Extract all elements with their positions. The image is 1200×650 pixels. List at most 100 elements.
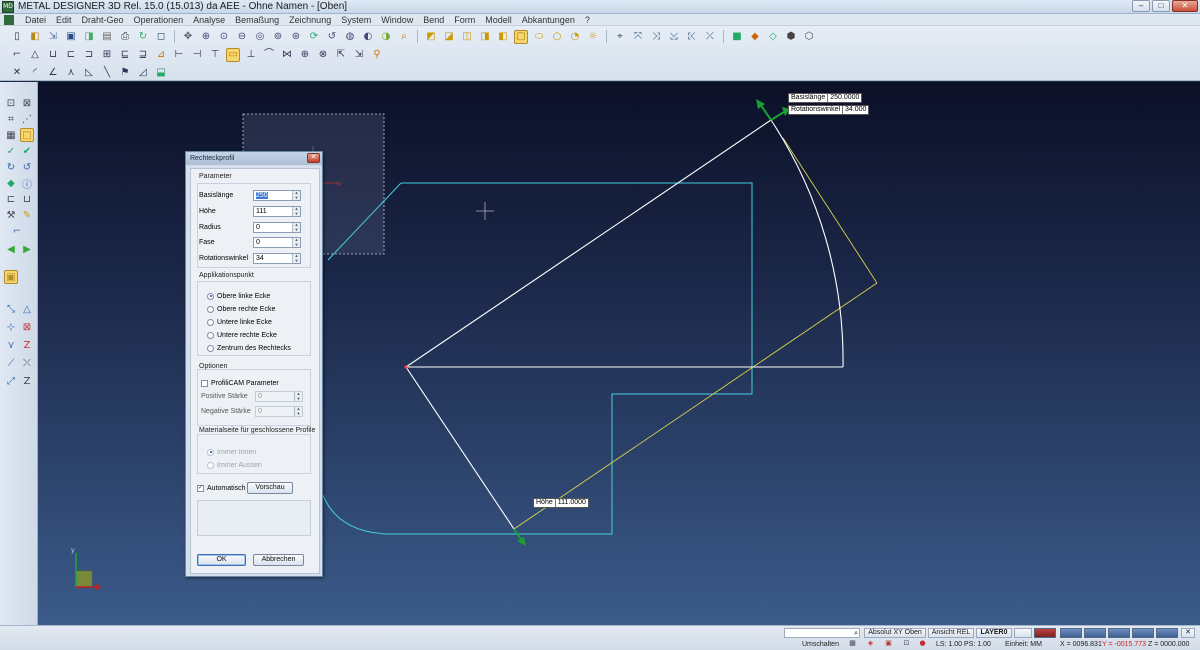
- solid-shaded-icon[interactable]: ◆: [748, 30, 762, 44]
- profile-grid-icon[interactable]: ⊞: [100, 48, 114, 62]
- rotationswinkel-input[interactable]: 34 ▲ ▼: [253, 253, 301, 264]
- positive-staerke-input[interactable]: 0 ▲ ▼: [255, 391, 303, 402]
- offset-icon[interactable]: ⊏: [64, 48, 78, 62]
- axis-y-icon[interactable]: ⤨: [649, 30, 663, 44]
- measure-icon[interactable]: ⌖: [613, 30, 627, 44]
- profile-icon[interactable]: ⊣: [190, 48, 204, 62]
- print-icon[interactable]: ⎙: [118, 30, 132, 44]
- menu-operationen[interactable]: Operationen: [129, 14, 189, 26]
- menu-datei[interactable]: Datei: [20, 14, 51, 26]
- hoehe-input[interactable]: 111 ▲ ▼: [253, 206, 301, 217]
- active-tool-icon[interactable]: □: [20, 128, 34, 142]
- stair-icon[interactable]: ⊐: [82, 48, 96, 62]
- cancel-button[interactable]: Abbrechen: [253, 554, 304, 566]
- radius-input[interactable]: 0 ▲ ▼: [253, 222, 301, 233]
- edge-select-icon[interactable]: ⋰: [20, 112, 34, 126]
- stretch-icon[interactable]: ⇱: [334, 48, 348, 62]
- extrude-icon[interactable]: ⬓: [154, 66, 168, 80]
- menu-system[interactable]: System: [336, 14, 376, 26]
- profile-hook-icon[interactable]: ⊑: [118, 48, 132, 62]
- menu-draht-geo[interactable]: Draht-Geo: [77, 14, 129, 26]
- flag-icon[interactable]: ⚑: [118, 66, 132, 80]
- color-swatch-red[interactable]: [1034, 628, 1056, 638]
- mirror-icon[interactable]: ⋈: [280, 48, 294, 62]
- negative-staerke-input[interactable]: 0 ▲ ▼: [255, 406, 303, 417]
- radio-immer-innen[interactable]: Immer Innen: [207, 447, 256, 457]
- info-icon[interactable]: ⓘ: [20, 176, 34, 191]
- radio-untere-rechte-ecke[interactable]: Untere rechte Ecke: [207, 330, 277, 340]
- check-icon[interactable]: ✓: [4, 144, 18, 158]
- document-icon[interactable]: [4, 14, 14, 25]
- spin-arrows-icon[interactable]: ▲ ▼: [294, 406, 302, 416]
- new-file-icon[interactable]: ▯: [10, 30, 24, 44]
- radio-obere-linke-ecke[interactable]: Obere linke Ecke: [207, 291, 270, 301]
- zoom-all-icon[interactable]: ◎: [253, 30, 267, 44]
- ok-button[interactable]: OK: [197, 554, 246, 566]
- fase-input[interactable]: 0 ▲ ▼: [253, 237, 301, 248]
- point-delta-icon[interactable]: △: [20, 302, 34, 316]
- rectangle-profile-icon[interactable]: ▭: [226, 47, 240, 62]
- menu-zeichnung[interactable]: Zeichnung: [284, 14, 336, 26]
- pan-icon[interactable]: ✥: [181, 30, 195, 44]
- color-swatch-1[interactable]: [1060, 628, 1082, 638]
- rotation-angle-tag[interactable]: Rotationswinkel 34.000: [788, 105, 870, 115]
- axis-settings-icon[interactable]: ⤫: [703, 30, 717, 44]
- menu-bemassung[interactable]: Bemaßung: [230, 14, 284, 26]
- cube-icon[interactable]: ⬢: [784, 30, 798, 44]
- menu-modell[interactable]: Modell: [480, 14, 517, 26]
- check-all-icon[interactable]: ✔: [20, 144, 34, 158]
- profilcam-checkbox[interactable]: ProfiliCAM Parameter: [201, 378, 279, 388]
- polar-z-icon[interactable]: Z: [20, 374, 34, 388]
- height-arrow[interactable]: [513, 528, 526, 546]
- search-icon[interactable]: ⌕: [397, 30, 411, 44]
- snap-icon[interactable]: ◈: [866, 639, 875, 648]
- automatisch-checkbox[interactable]: ✓ Automatisch: [197, 483, 246, 493]
- arrow-right-icon[interactable]: ▶: [20, 242, 34, 256]
- layer-lock-icon[interactable]: ◧: [496, 30, 510, 44]
- dialog-title-bar[interactable]: Rechteckprofil ✕: [186, 152, 322, 165]
- point-x-red-icon[interactable]: ⊠: [20, 320, 34, 334]
- rotate-back-icon[interactable]: ↺: [20, 160, 34, 174]
- open-folder-icon[interactable]: ◧: [28, 30, 42, 44]
- application-point[interactable]: [404, 365, 408, 369]
- zoom-previous-icon[interactable]: ⊚: [271, 30, 285, 44]
- bracket-icon[interactable]: ⊏: [4, 192, 18, 206]
- spin-arrows-icon[interactable]: ▲ ▼: [292, 190, 300, 200]
- face-select-icon[interactable]: ▦: [4, 128, 18, 142]
- point-y-icon[interactable]: ⋎: [4, 338, 18, 352]
- layer-icon[interactable]: ◩: [424, 30, 438, 44]
- line-icon[interactable]: ╲: [100, 66, 114, 80]
- import-icon[interactable]: ⇲: [46, 30, 60, 44]
- zoom-window-icon[interactable]: ⊕: [199, 30, 213, 44]
- menu-form[interactable]: Form: [449, 14, 480, 26]
- command-search-input[interactable]: ⌕: [784, 628, 860, 638]
- solid-wire-icon[interactable]: ◇: [766, 30, 780, 44]
- coordinate-system-icon[interactable]: ⤪: [685, 30, 699, 44]
- print-preview-icon[interactable]: ▤: [100, 30, 114, 44]
- layer-copy-icon[interactable]: ◪: [442, 30, 456, 44]
- axis-x-icon[interactable]: ⤧: [631, 30, 645, 44]
- height-tag[interactable]: Höhe 111.0000: [533, 498, 589, 508]
- select-cross-icon[interactable]: ⊠: [20, 96, 34, 110]
- settings-button[interactable]: ✕: [1181, 628, 1195, 638]
- color-swatch-3[interactable]: [1108, 628, 1130, 638]
- zoom-out-icon[interactable]: ⊖: [235, 30, 249, 44]
- circle-profile-icon[interactable]: ⊗: [316, 48, 330, 62]
- shade-icon[interactable]: ◔: [568, 30, 582, 44]
- axis-z-icon[interactable]: ⤩: [667, 30, 681, 44]
- ansicht-rel-button[interactable]: Ansicht REL: [928, 628, 974, 638]
- refresh-icon[interactable]: ↻: [136, 30, 150, 44]
- corner-cut-icon[interactable]: ◺: [82, 66, 96, 80]
- close-button[interactable]: ✕: [1172, 0, 1198, 12]
- redraw-icon[interactable]: ⟳: [307, 30, 321, 44]
- radio-immer-aussen[interactable]: Immer Aussen: [207, 460, 262, 470]
- arc-tool-icon[interactable]: ◜: [28, 66, 42, 80]
- absolut-xy-button[interactable]: Absolut XY Oben: [864, 628, 926, 638]
- pen-icon[interactable]: ✎: [20, 208, 34, 222]
- bend-line-icon[interactable]: ⊢: [172, 48, 186, 62]
- blank-button[interactable]: [1014, 628, 1032, 638]
- spin-arrows-icon[interactable]: ▲ ▼: [292, 253, 300, 263]
- spin-arrows-icon[interactable]: ▲ ▼: [294, 391, 302, 401]
- circle-icon[interactable]: ○: [550, 30, 564, 44]
- layer-button[interactable]: LAYER0: [976, 628, 1012, 638]
